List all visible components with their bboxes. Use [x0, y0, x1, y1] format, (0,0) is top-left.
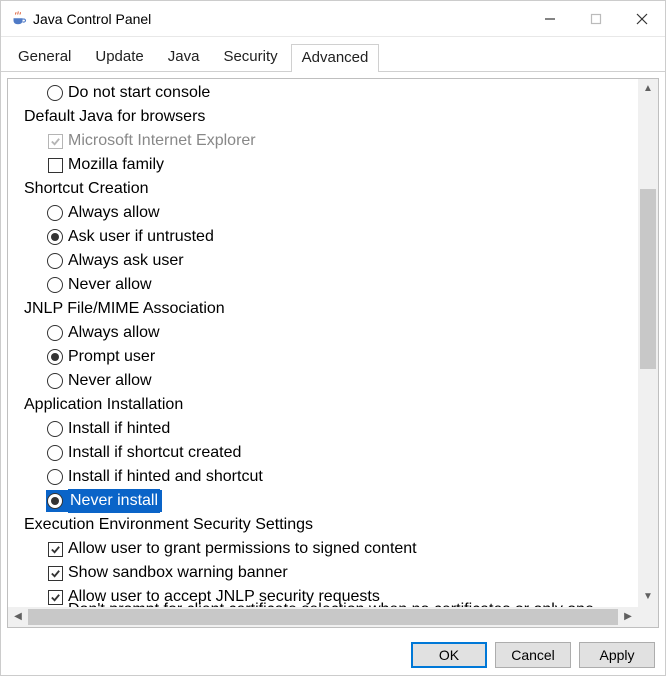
advanced-scrollpane: Do not start console Default Java for br…	[7, 78, 659, 628]
tab-update[interactable]: Update	[84, 43, 154, 71]
radio-shortcut-always-ask[interactable]: Always ask user	[10, 249, 638, 273]
tab-security[interactable]: Security	[212, 43, 288, 71]
scroll-left-icon[interactable]: ◀	[8, 607, 28, 627]
group-default-java: Default Java for browsers	[10, 105, 638, 129]
radio-shortcut-ask-untrusted[interactable]: Ask user if untrusted	[10, 225, 638, 249]
radio-install-shortcut[interactable]: Install if shortcut created	[10, 441, 638, 465]
hscroll-thumb[interactable]	[28, 609, 618, 625]
group-install: Application Installation	[10, 393, 638, 417]
vertical-scrollbar[interactable]: ▲ ▼	[638, 79, 658, 607]
group-jnlp: JNLP File/MIME Association	[10, 297, 638, 321]
java-icon	[9, 10, 27, 28]
group-exec-env: Execution Environment Security Settings	[10, 513, 638, 537]
radio-jnlp-always[interactable]: Always allow	[10, 321, 638, 345]
radio-shortcut-always[interactable]: Always allow	[10, 201, 638, 225]
tab-general[interactable]: General	[7, 43, 82, 71]
tab-advanced[interactable]: Advanced	[291, 44, 380, 72]
tab-bar: General Update Java Security Advanced	[1, 37, 665, 72]
cancel-button[interactable]: Cancel	[495, 642, 571, 668]
check-grant-perm[interactable]: Allow user to grant permissions to signe…	[10, 537, 638, 561]
settings-tree: Do not start console Default Java for br…	[8, 79, 638, 607]
dialog-buttons: OK Cancel Apply	[1, 634, 665, 676]
radio-jnlp-prompt[interactable]: Prompt user	[10, 345, 638, 369]
maximize-button[interactable]	[573, 1, 619, 37]
scroll-right-icon[interactable]: ▶	[618, 607, 638, 627]
window-title: Java Control Panel	[33, 11, 151, 27]
radio-install-hinted[interactable]: Install if hinted	[10, 417, 638, 441]
group-shortcut: Shortcut Creation	[10, 177, 638, 201]
check-ie: Microsoft Internet Explorer	[10, 129, 638, 153]
scroll-down-icon[interactable]: ▼	[638, 587, 658, 607]
check-sandbox-banner[interactable]: Show sandbox warning banner	[10, 561, 638, 585]
check-mozilla[interactable]: Mozilla family	[10, 153, 638, 177]
tab-java[interactable]: Java	[157, 43, 211, 71]
scroll-thumb[interactable]	[640, 189, 656, 369]
scroll-corner	[638, 607, 658, 627]
radio-jnlp-never[interactable]: Never allow	[10, 369, 638, 393]
horizontal-scrollbar[interactable]: ◀ ▶	[8, 607, 638, 627]
close-button[interactable]	[619, 1, 665, 37]
radio-do-not-start-console[interactable]: Do not start console	[10, 81, 638, 105]
radio-install-both[interactable]: Install if hinted and shortcut	[10, 465, 638, 489]
scroll-up-icon[interactable]: ▲	[638, 79, 658, 99]
minimize-button[interactable]	[527, 1, 573, 37]
titlebar: Java Control Panel	[1, 1, 665, 37]
apply-button[interactable]: Apply	[579, 642, 655, 668]
radio-install-never[interactable]: Never install	[10, 489, 638, 513]
ok-button[interactable]: OK	[411, 642, 487, 668]
radio-shortcut-never[interactable]: Never allow	[10, 273, 638, 297]
